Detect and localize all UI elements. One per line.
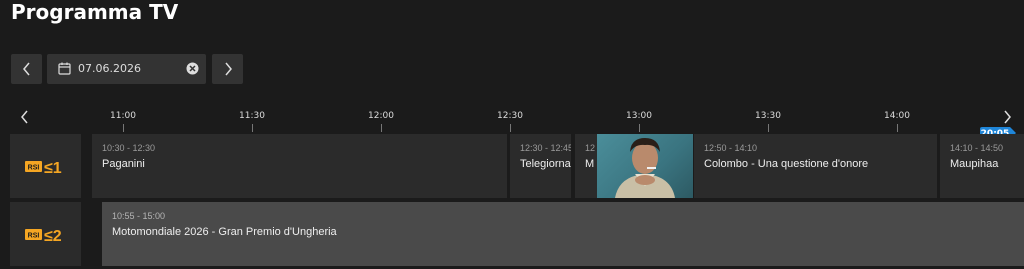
program-cell[interactable]: 12:30 - 12:45 Telegiornale bbox=[510, 134, 571, 198]
tick-mark bbox=[639, 124, 640, 132]
tick-mark bbox=[510, 124, 511, 132]
program-cell[interactable]: 10:30 - 12:30 Paganini bbox=[92, 134, 507, 198]
previous-day-button[interactable] bbox=[11, 54, 42, 84]
program-time: 10:30 - 12:30 bbox=[102, 143, 156, 153]
program-cell[interactable]: 12 M bbox=[575, 134, 597, 198]
tick-mark bbox=[381, 124, 382, 132]
tick-mark bbox=[252, 124, 253, 132]
program-title: Paganini bbox=[102, 158, 145, 170]
logo-rsi-text: RSI bbox=[27, 165, 39, 172]
logo-glyph: ≤1 bbox=[44, 160, 62, 175]
channel-logo-rsi1[interactable]: RSI ≤1 bbox=[10, 134, 81, 198]
time-tick: 11:00 bbox=[110, 111, 136, 121]
program-time: 12 bbox=[585, 143, 596, 153]
program-title: Motomondiale 2026 - Gran Premio d'Ungher… bbox=[112, 226, 337, 238]
program-time: 12:50 - 14:10 bbox=[704, 143, 758, 153]
program-thumbnail[interactable] bbox=[597, 134, 693, 198]
time-tick: 14:00 bbox=[884, 111, 910, 121]
time-tick: 13:00 bbox=[626, 111, 652, 121]
program-title: Maupihaa bbox=[950, 158, 999, 170]
program-time: 14:10 - 14:50 bbox=[950, 143, 1004, 153]
chevron-left-icon bbox=[22, 62, 30, 76]
program-title: M bbox=[585, 158, 595, 170]
date-picker[interactable]: 07.06.2026 bbox=[47, 54, 206, 84]
program-cell-current[interactable]: 10:55 - 15:00 Motomondiale 2026 - Gran P… bbox=[102, 202, 1024, 266]
person-illustration bbox=[615, 138, 675, 198]
next-day-button[interactable] bbox=[212, 54, 243, 84]
program-cell[interactable]: 12:50 - 14:10 Colombo - Una questione d'… bbox=[694, 134, 937, 198]
program-cell[interactable]: 14:10 - 14:50 Maupihaa bbox=[940, 134, 1024, 198]
channel-logo-rsi2[interactable]: RSI ≤2 bbox=[10, 202, 81, 266]
time-tick: 11:30 bbox=[239, 111, 265, 121]
program-time: 10:55 - 15:00 bbox=[112, 211, 166, 221]
tick-mark bbox=[768, 124, 769, 132]
rsi1-logo: RSI ≤1 bbox=[24, 160, 62, 175]
time-tick: 12:30 bbox=[497, 111, 523, 121]
logo-glyph: ≤2 bbox=[44, 228, 62, 243]
logo-rsi-text: RSI bbox=[27, 233, 39, 240]
timeline-next-icon[interactable] bbox=[1002, 109, 1012, 125]
program-title: Colombo - Una questione d'onore bbox=[704, 158, 869, 170]
chevron-right-icon bbox=[224, 62, 232, 76]
clear-date-icon[interactable] bbox=[186, 62, 199, 75]
program-time: 12:30 - 12:45 bbox=[520, 143, 571, 153]
time-tick: 12:00 bbox=[368, 111, 394, 121]
rsi2-logo: RSI ≤2 bbox=[24, 228, 62, 243]
program-title: Telegiornale bbox=[520, 158, 571, 170]
timeline-prev-icon[interactable] bbox=[20, 109, 30, 125]
tick-mark bbox=[897, 124, 898, 132]
date-value: 07.06.2026 bbox=[78, 62, 141, 75]
page-title: Programma TV bbox=[11, 0, 179, 24]
tick-mark bbox=[123, 124, 124, 132]
time-tick: 13:30 bbox=[755, 111, 781, 121]
calendar-icon bbox=[58, 62, 71, 75]
